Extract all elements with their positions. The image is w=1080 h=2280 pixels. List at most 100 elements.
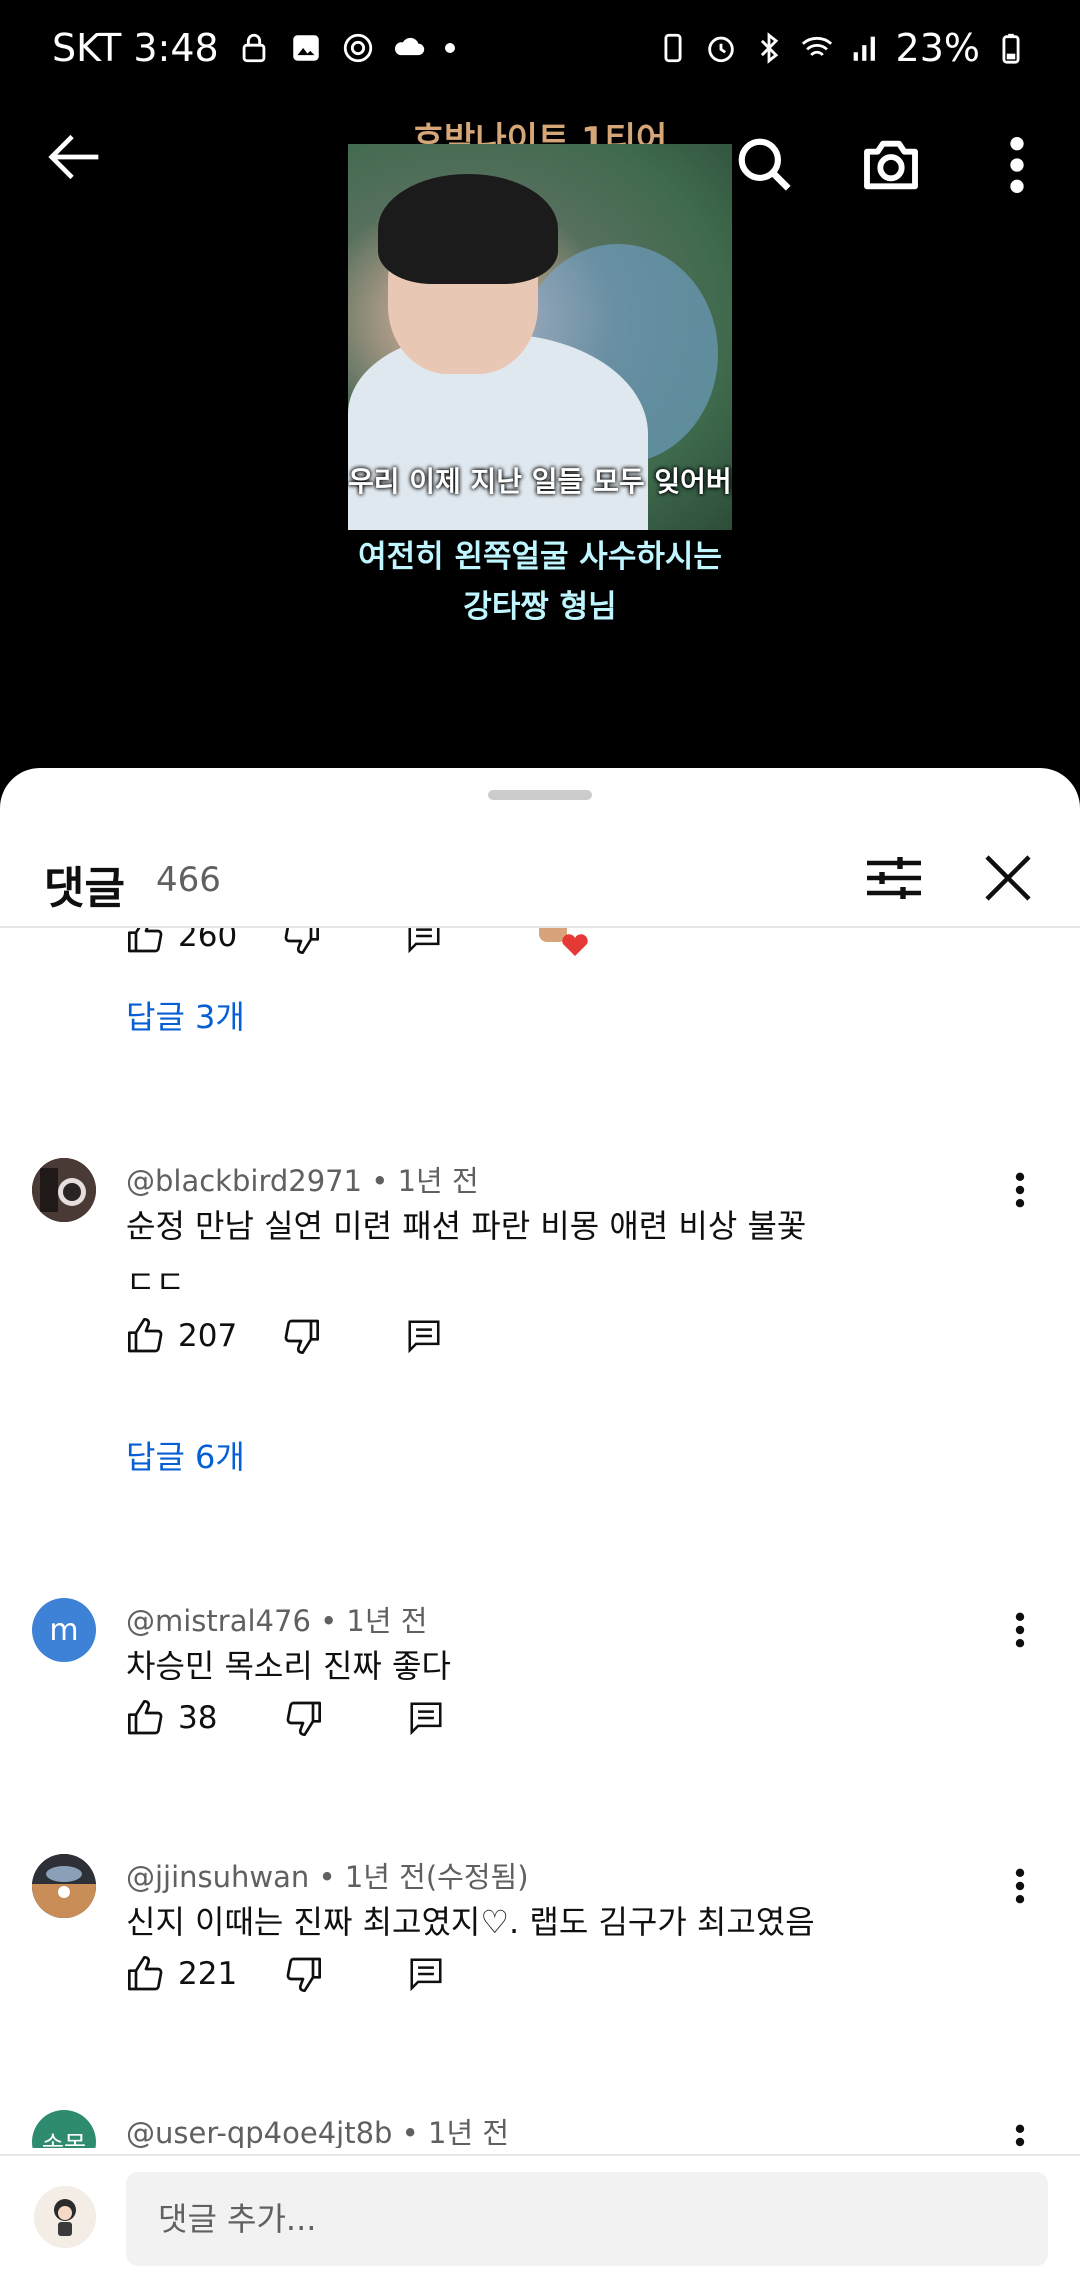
- reply-button[interactable]: [405, 928, 443, 955]
- video-player[interactable]: 호박나이트 1티어 우리 이제 지난 일들 모두 잊어버려요 여전히 왼쪽얼굴 …: [0, 100, 1080, 768]
- status-right: 23%: [656, 26, 1028, 70]
- search-icon: [738, 138, 791, 191]
- reply-comment-icon: [410, 1702, 442, 1736]
- notification-dot: [444, 43, 455, 53]
- comment-more-button[interactable]: [1000, 1160, 1040, 1220]
- avatar-letter: m: [49, 1612, 79, 1648]
- more-vertical-icon: [1015, 1868, 1025, 1904]
- comment-text-line-2: ㄷㄷ: [126, 1263, 185, 1301]
- caption-line-2: 강타짱 형님: [463, 589, 617, 625]
- commenter-avatar[interactable]: m: [32, 1598, 96, 1662]
- status-bar: SKT 3:48 23%: [0, 0, 1080, 100]
- carrier-time: SKT 3:48: [52, 26, 219, 70]
- comment-meta[interactable]: @mistral476 • 1년 전: [126, 1598, 427, 1640]
- comments-list: 260 답글 3개 @blackbird2971 • 1년 전 순정 만남 실연…: [0, 928, 1080, 2148]
- comment-text-line-1: 순정 만남 실연 미련 패션 파란 비몽 애련 비상 불꽃: [126, 1207, 807, 1245]
- view-replies-link[interactable]: 답글 6개: [126, 1432, 245, 1478]
- avatar-photo-icon: [32, 1854, 96, 1918]
- more-vertical-icon: [1015, 1612, 1025, 1648]
- sort-filter-button[interactable]: [858, 842, 930, 914]
- comment-meta[interactable]: @user-qp4oe4jt8b • 1년 전: [126, 2110, 509, 2148]
- comments-header: 댓글 466: [0, 828, 1080, 928]
- bluetooth-icon: [760, 32, 778, 64]
- performer-hair: [378, 174, 558, 284]
- comment-actions: 38: [126, 1688, 445, 1748]
- like-count: 207: [178, 1318, 238, 1354]
- dislike-button[interactable]: [283, 1698, 323, 1738]
- caption-line-1: 여전히 왼쪽얼굴 사수하시는: [358, 539, 722, 575]
- video-caption: 여전히 왼쪽얼굴 사수하시는 강타짱 형님: [0, 532, 1080, 632]
- like-button[interactable]: 221: [126, 1954, 237, 1994]
- like-button[interactable]: 38: [126, 1698, 217, 1738]
- more-vertical-icon: [1015, 1172, 1025, 1208]
- reply-comment-icon: [408, 1320, 440, 1354]
- thumbs-up-icon: [128, 1700, 163, 1735]
- wifi-icon: [801, 36, 832, 57]
- dislike-button[interactable]: [281, 1316, 321, 1356]
- comments-sheet: 댓글 466 260 답글 3개 @blackbird2971 • 1년 전 순…: [0, 768, 1080, 2280]
- signal-icon: [853, 36, 875, 61]
- creator-heart-icon: [539, 928, 588, 956]
- gallery-icon: [292, 35, 319, 61]
- my-avatar: [34, 2186, 96, 2248]
- camera-icon: [864, 140, 918, 190]
- prev-comment-actions: 260: [126, 928, 589, 966]
- comment-meta[interactable]: @blackbird2971 • 1년 전: [126, 1158, 479, 1200]
- commenter-avatar[interactable]: 손목: [32, 2110, 96, 2148]
- comment-actions: 207: [126, 1306, 443, 1366]
- comment-more-button[interactable]: [1000, 1600, 1040, 1660]
- app-root: SKT 3:48 23% 호박나이트 1티어 우리 이제 지난 일들 모두 잊어…: [0, 0, 1080, 2280]
- more-vertical-icon: [1015, 2124, 1025, 2147]
- battery-percent: 23%: [895, 26, 980, 70]
- comment-text: 차승민 목소리 진짜 좋다: [126, 1647, 451, 1685]
- comment-actions: 221: [126, 1944, 445, 2004]
- add-comment-input[interactable]: 댓글 추가...: [126, 2172, 1048, 2266]
- avatar-photo-icon: [32, 1158, 96, 1222]
- thumbs-up-icon: [128, 1318, 163, 1353]
- reply-comment-icon: [410, 1958, 442, 1992]
- user-avatar-icon: [34, 2186, 96, 2248]
- search-button[interactable]: [722, 122, 808, 208]
- commenter-avatar[interactable]: [32, 1158, 96, 1222]
- dislike-button[interactable]: [283, 1954, 323, 1994]
- reply-comment-icon: [408, 928, 440, 954]
- camera-button[interactable]: [848, 122, 934, 208]
- reply-button[interactable]: [407, 1955, 445, 1993]
- lock-icon: [242, 33, 266, 63]
- status-left: SKT 3:48: [52, 26, 455, 70]
- arrow-left-icon: [48, 134, 99, 180]
- sliders-icon: [867, 857, 921, 899]
- thumbs-down-icon: [286, 1957, 322, 1992]
- like-button[interactable]: 260: [126, 928, 237, 956]
- like-count: 38: [178, 1700, 218, 1736]
- settings-gear-icon: [343, 33, 372, 63]
- dislike-button[interactable]: [281, 928, 321, 956]
- thumbs-down-icon: [287, 1701, 322, 1736]
- cloud-icon: [394, 37, 424, 56]
- video-frame: 우리 이제 지난 일들 모두 잊어버려요: [348, 144, 732, 530]
- close-comments-button[interactable]: [972, 842, 1044, 914]
- commenter-avatar[interactable]: [32, 1854, 96, 1918]
- comment-text: 순정 만남 실연 미련 패션 파란 비몽 애련 비상 불꽃 ㄷㄷ: [126, 1198, 886, 1310]
- creator-heart-badge: [537, 928, 589, 958]
- view-replies-link[interactable]: 답글 3개: [126, 992, 245, 1038]
- more-vertical-icon: [1010, 137, 1024, 193]
- more-options-button[interactable]: [974, 122, 1060, 208]
- reply-button[interactable]: [405, 1317, 443, 1355]
- video-subtitle: 우리 이제 지난 일들 모두 잊어버려요: [348, 465, 732, 498]
- video-top-actions: [722, 122, 1060, 208]
- comment-text: 신지 이때는 진짜 최고였지♡. 랩도 김구가 최고였음: [126, 1903, 815, 1941]
- comment-more-button[interactable]: [1000, 1856, 1040, 1916]
- battery-saver-icon: [664, 33, 682, 63]
- comment-meta[interactable]: @jjinsuhwan • 1년 전(수정됨): [126, 1854, 529, 1896]
- drag-handle[interactable]: [488, 790, 592, 800]
- comment-more-button[interactable]: [1000, 2112, 1040, 2148]
- reply-button[interactable]: [407, 1699, 445, 1737]
- thumbs-down-icon: [284, 1319, 320, 1354]
- battery-icon: [1002, 33, 1020, 64]
- like-button[interactable]: 207: [126, 1316, 237, 1356]
- back-button[interactable]: [40, 122, 110, 192]
- comments-count: 466: [156, 860, 221, 900]
- like-count: 260: [178, 928, 238, 954]
- avatar-letter: 손목: [41, 2130, 87, 2149]
